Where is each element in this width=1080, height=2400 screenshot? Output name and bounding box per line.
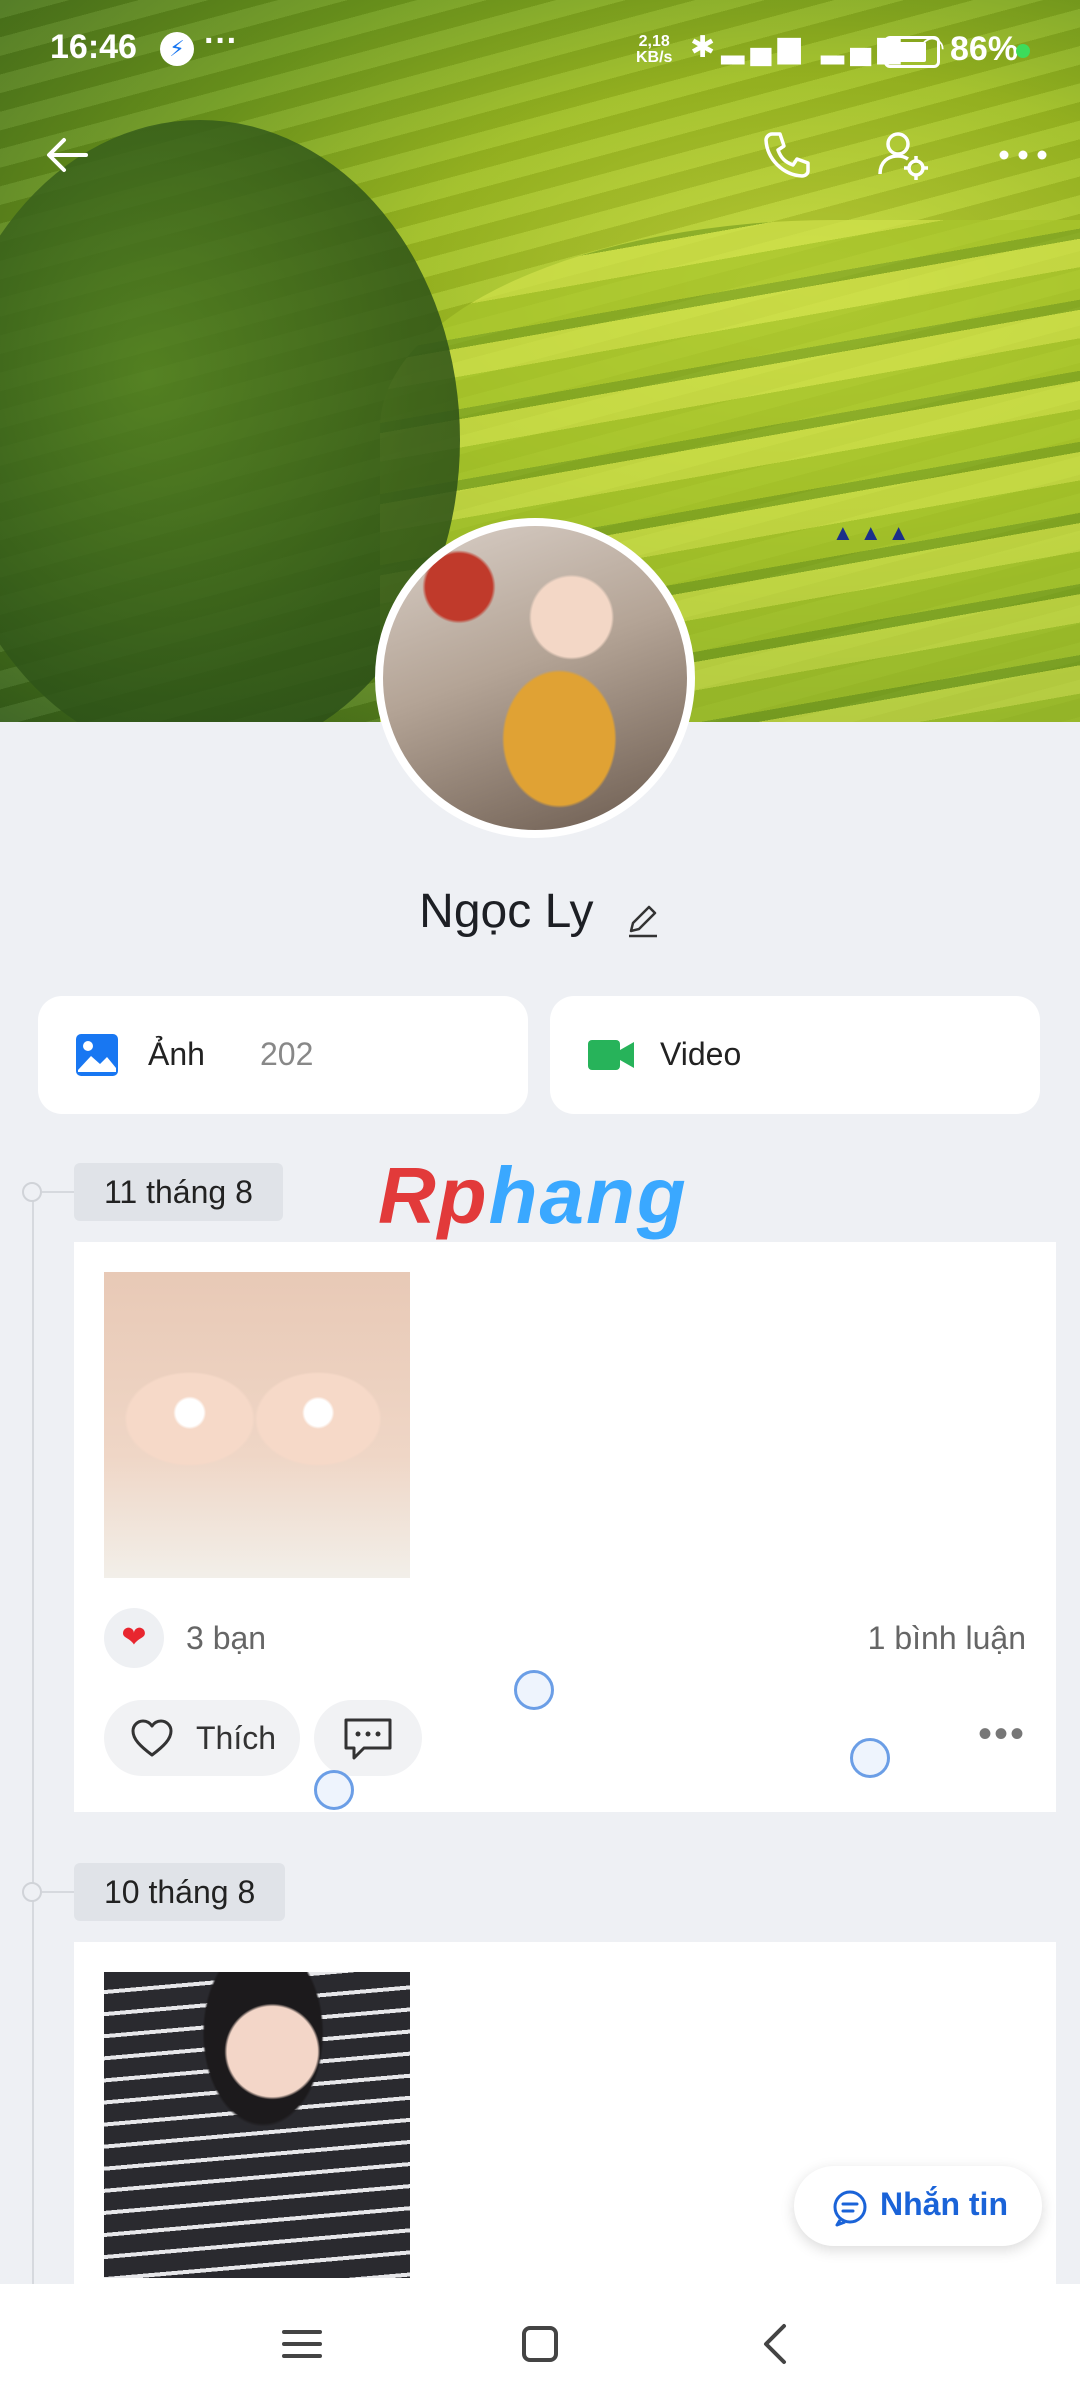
- home-icon[interactable]: [510, 2314, 570, 2374]
- messenger-icon: ⚡: [160, 32, 194, 66]
- reactions-row: ❤ 3 bạn 1 bình luận: [104, 1608, 1026, 1668]
- post-photo[interactable]: [104, 1972, 410, 2278]
- status-time: 16:46: [50, 28, 137, 66]
- video-icon: [586, 1032, 634, 1078]
- back-icon[interactable]: [36, 120, 106, 190]
- video-tab[interactable]: Video: [550, 996, 1040, 1114]
- phone-icon[interactable]: [752, 120, 822, 190]
- timeline-connector: [42, 1891, 74, 1893]
- video-label: Video: [660, 1036, 742, 1072]
- system-nav-bar: [0, 2284, 1080, 2400]
- net-speed: 2,18 KB/s: [636, 33, 673, 66]
- photo-icon: [74, 1032, 120, 1078]
- avatar[interactable]: [375, 518, 695, 838]
- cover-people: ▲ ▲ ▲: [832, 520, 910, 545]
- watermark: Rphang: [378, 1151, 688, 1240]
- message-label: Nhắn tin: [880, 2186, 1008, 2222]
- profile-name: Ngọc Ly: [419, 885, 594, 938]
- nav-back-icon[interactable]: [746, 2314, 806, 2374]
- pencil-icon[interactable]: [625, 896, 661, 938]
- message-button[interactable]: Nhắn tin: [794, 2166, 1042, 2246]
- comment-count[interactable]: 1 bình luận: [868, 1620, 1026, 1657]
- touch-indicator: [514, 1670, 554, 1710]
- heart-icon: [130, 1718, 174, 1758]
- status-more-icon: ···: [204, 22, 238, 60]
- photos-tab[interactable]: Ảnh 202: [38, 996, 528, 1114]
- post-more-icon[interactable]: •••: [978, 1712, 1026, 1757]
- menu-icon[interactable]: [272, 2314, 332, 2374]
- more-icon[interactable]: [988, 120, 1058, 190]
- charging-dot-icon: [1016, 44, 1030, 58]
- battery-percent: 86%: [950, 30, 1019, 68]
- comment-icon: [344, 1718, 392, 1760]
- user-settings-icon[interactable]: [868, 120, 938, 190]
- reaction-count[interactable]: 3 bạn: [186, 1620, 266, 1657]
- profile-name-row: Ngọc Ly: [0, 884, 1080, 939]
- like-label: Thích: [196, 1720, 277, 1756]
- timeline-line: [32, 1190, 34, 2290]
- photos-count: 202: [260, 1036, 314, 1072]
- photos-label: Ảnh: [148, 1036, 205, 1072]
- post-date: 10 tháng 8: [74, 1863, 286, 1921]
- chat-icon: [833, 2190, 867, 2227]
- post-card: ❤ 3 bạn 1 bình luận Thích •••: [74, 1242, 1056, 1812]
- post-date: 11 tháng 8: [74, 1163, 283, 1221]
- timeline-node: [22, 1182, 42, 1202]
- touch-indicator: [850, 1738, 890, 1778]
- timeline-connector: [42, 1191, 74, 1193]
- status-bar: 16:46 ⚡ ··· 2,18 KB/s ✱▂▄▆ ▂▄▆ ◠ 86%: [0, 0, 1080, 100]
- timeline-node: [22, 1882, 42, 1902]
- touch-indicator: [314, 1770, 354, 1810]
- comment-button[interactable]: [314, 1700, 422, 1776]
- battery-icon: [884, 36, 940, 68]
- like-button[interactable]: Thích: [104, 1700, 300, 1776]
- heart-reaction-icon: ❤: [104, 1608, 164, 1668]
- post-photo[interactable]: [104, 1272, 410, 1578]
